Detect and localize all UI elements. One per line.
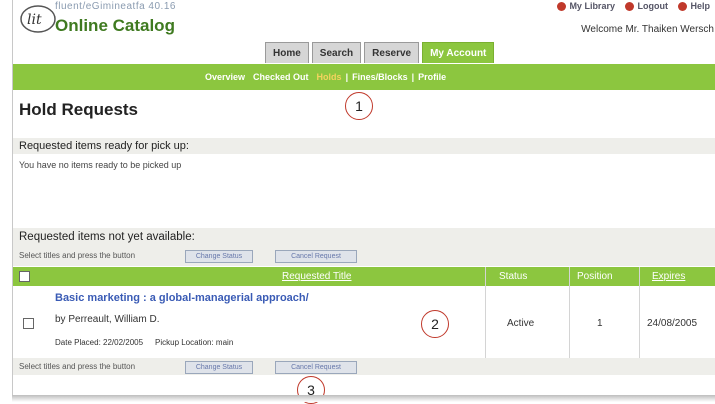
hold-expires: 24/08/2005 xyxy=(647,318,698,329)
subnav-fines-blocks[interactable]: Fines/Blocks xyxy=(348,72,412,82)
hold-pickup-location: Pickup Location: main xyxy=(155,338,234,347)
help-link[interactable]: Help xyxy=(678,1,710,12)
hold-status: Active xyxy=(507,318,535,329)
library-icon xyxy=(557,2,567,12)
hold-position: 1 xyxy=(597,318,603,329)
column-expires[interactable]: Expires xyxy=(652,267,685,286)
sub-navigation-bar: Overview Checked Out Holds | Fines/Block… xyxy=(13,64,715,90)
select-instruction: Select titles and press the button xyxy=(19,251,136,260)
column-divider xyxy=(485,267,486,358)
column-status: Status xyxy=(499,271,528,282)
row-checkbox[interactable] xyxy=(23,318,34,329)
tab-home[interactable]: Home xyxy=(265,42,309,63)
cancel-request-button[interactable]: Cancel Request xyxy=(275,250,357,263)
tab-search[interactable]: Search xyxy=(311,42,362,63)
callout-marker-2: 2 xyxy=(421,310,449,338)
not-ready-heading: Requested items not yet available: xyxy=(19,231,195,243)
footer-cancel-request-button[interactable]: Cancel Request xyxy=(275,361,357,374)
footer-change-status-button[interactable]: Change Status xyxy=(185,361,253,374)
tab-my-account[interactable]: My Account xyxy=(422,42,495,63)
column-divider xyxy=(569,267,570,358)
ready-heading: Requested items ready for pick up: xyxy=(19,140,189,152)
page-shadow xyxy=(12,395,715,402)
logout-icon xyxy=(625,2,635,12)
footer-select-instruction: Select titles and press the button xyxy=(19,362,136,371)
hold-title-link[interactable]: Basic marketing : a global-managerial ap… xyxy=(55,292,309,304)
hold-date-placed: Date Placed: 22/02/2005 xyxy=(55,338,144,347)
help-icon xyxy=(678,2,688,12)
tab-reserve[interactable]: Reserve xyxy=(364,42,420,63)
logout-link[interactable]: Logout xyxy=(625,1,668,12)
ready-message: You have no items ready to be picked up xyxy=(19,160,182,170)
column-divider xyxy=(639,267,640,358)
my-library-link[interactable]: My Library xyxy=(557,1,615,12)
select-all-checkbox[interactable] xyxy=(19,271,30,282)
svg-text:lit: lit xyxy=(27,12,42,28)
welcome-message: Welcome Mr. Thaiken Wersch xyxy=(581,24,714,35)
subnav-holds[interactable]: Holds xyxy=(313,72,346,82)
header-url: fluent/eGimineatfa 40.16 xyxy=(55,1,176,12)
change-status-button[interactable]: Change Status xyxy=(185,250,253,263)
subnav-profile[interactable]: Profile xyxy=(414,72,450,82)
holds-table-header: Requested Title Status Position Expires xyxy=(13,267,715,286)
hold-author: by Perreault, William D. xyxy=(55,314,160,325)
app-title: Online Catalog xyxy=(55,16,175,35)
subnav-checked-out[interactable]: Checked Out xyxy=(249,72,313,82)
main-tabs: Home Search Reserve My Account xyxy=(265,42,497,64)
column-requested-title[interactable]: Requested Title xyxy=(282,267,352,286)
top-links: My Library Logout Help xyxy=(549,1,710,12)
callout-marker-1: 1 xyxy=(345,92,373,120)
page-title: Hold Requests xyxy=(19,100,139,119)
library-logo: lit xyxy=(20,5,56,33)
column-position: Position xyxy=(577,271,613,282)
browser-page: lit fluent/eGimineatfa 40.16 Online Cata… xyxy=(12,0,715,404)
subnav-overview[interactable]: Overview xyxy=(201,72,249,82)
